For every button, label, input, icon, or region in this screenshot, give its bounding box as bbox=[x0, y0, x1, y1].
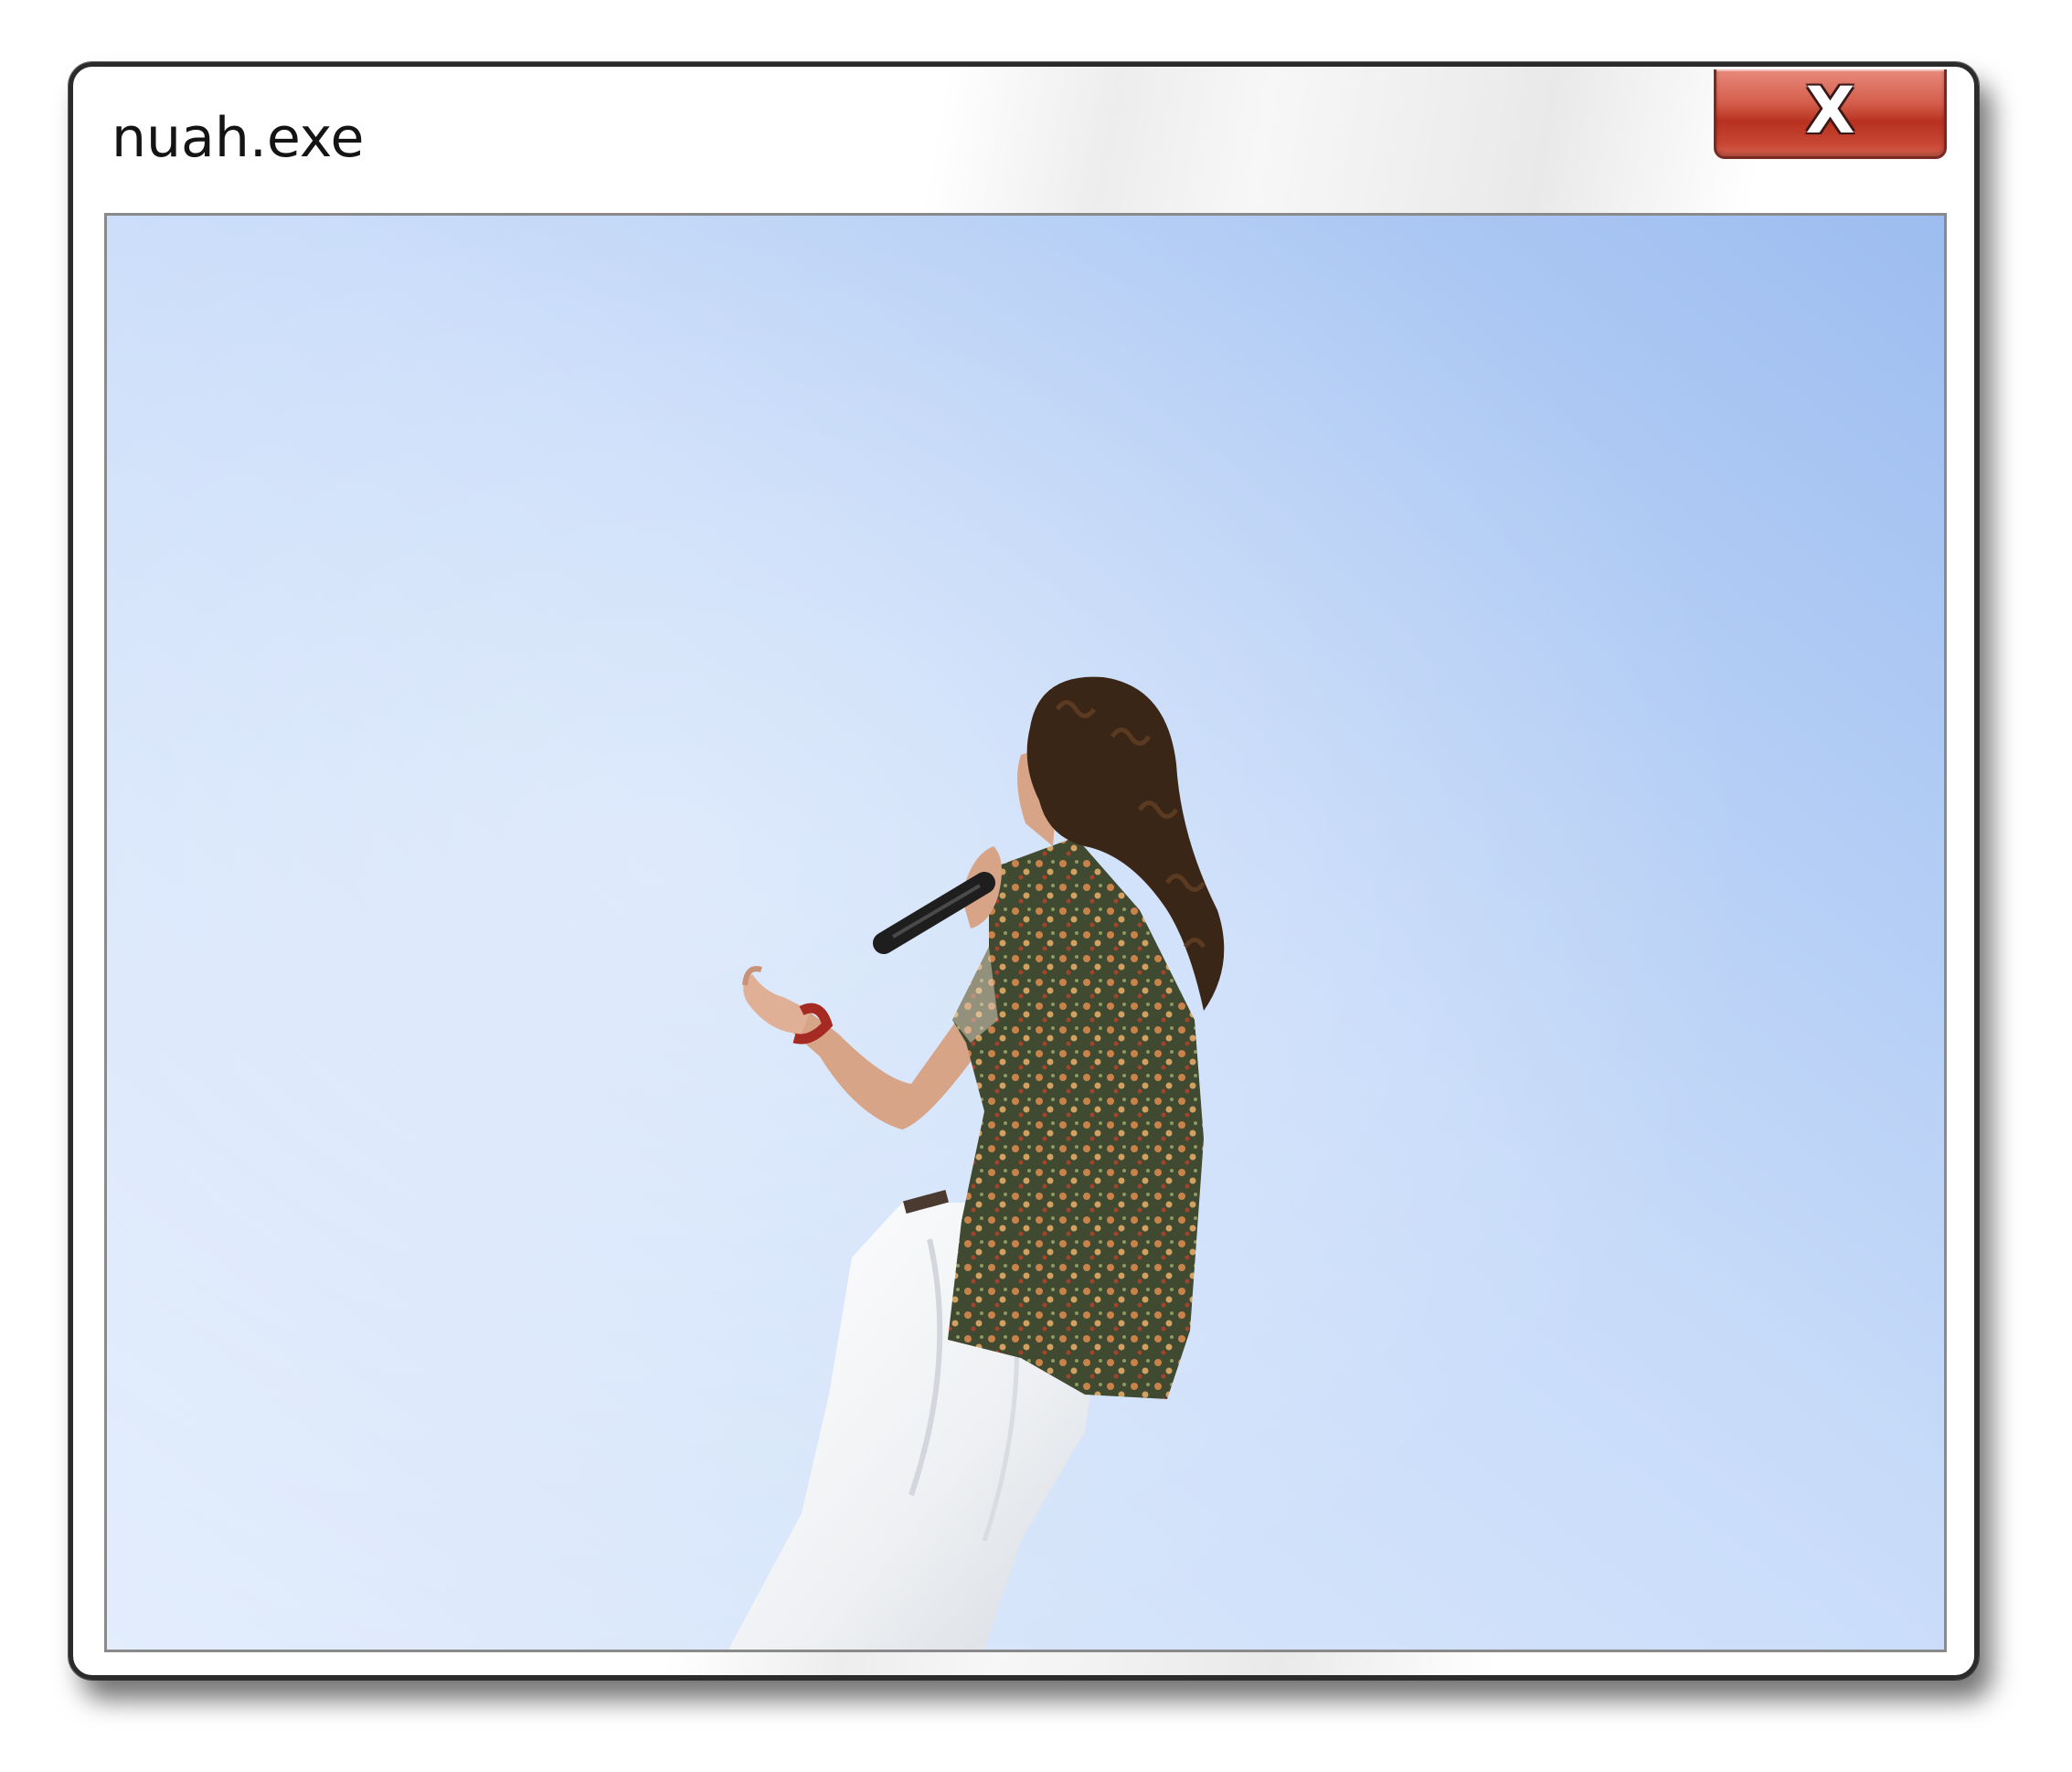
app-window: nuah.exe X bbox=[69, 62, 1979, 1680]
window-title: nuah.exe bbox=[112, 106, 365, 170]
image-viewport bbox=[104, 213, 1947, 1652]
close-icon: X bbox=[1805, 72, 1855, 148]
close-button[interactable]: X bbox=[1714, 69, 1947, 159]
photo bbox=[107, 216, 1944, 1650]
title-bar[interactable]: nuah.exe X bbox=[73, 67, 1974, 208]
